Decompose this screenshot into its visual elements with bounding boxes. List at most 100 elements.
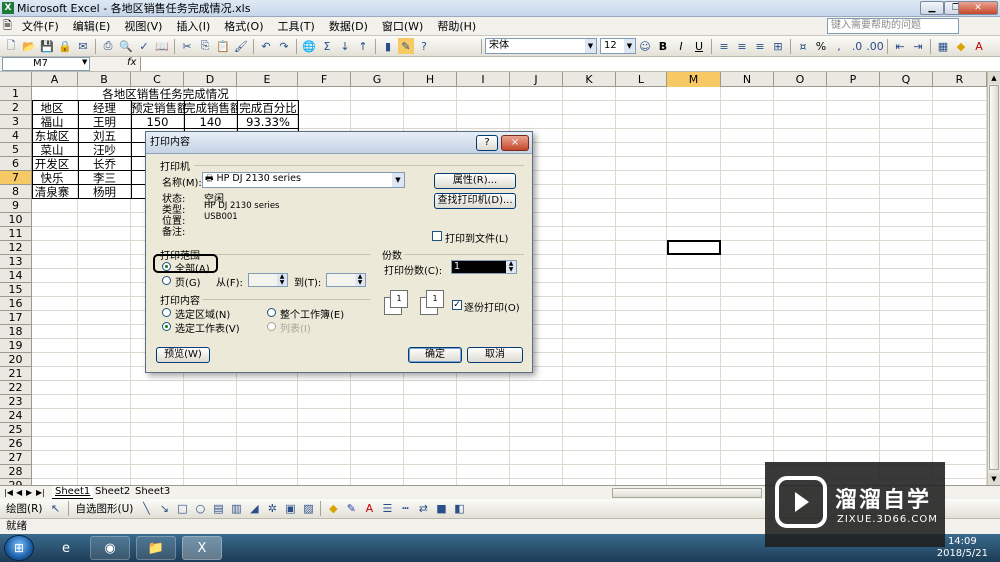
decrease-decimal-icon[interactable]: .00: [866, 38, 884, 54]
menu-help[interactable]: 帮助(H): [430, 18, 483, 34]
currency-icon[interactable]: ¤: [795, 38, 811, 54]
font-color-icon[interactable]: A: [361, 501, 377, 517]
font-name-select[interactable]: 宋体 ▼: [485, 38, 597, 54]
dialog-help-button[interactable]: ?: [476, 135, 498, 151]
row-header-23[interactable]: 23: [0, 395, 32, 409]
clipart-icon[interactable]: ▣: [282, 501, 298, 517]
row-header-11[interactable]: 11: [0, 227, 32, 241]
from-spinner[interactable]: ▲ ▼: [277, 274, 287, 286]
hyperlink-icon[interactable]: 🌐: [301, 38, 317, 54]
column-header-b[interactable]: B: [78, 72, 131, 87]
column-header-n[interactable]: N: [721, 72, 774, 87]
column-header-e[interactable]: E: [237, 72, 298, 87]
prev-sheet-icon[interactable]: ◀: [16, 488, 22, 497]
row-header-27[interactable]: 27: [0, 451, 32, 465]
list-radio[interactable]: [267, 322, 276, 331]
menu-insert[interactable]: 插入(I): [169, 18, 217, 34]
row-header-2[interactable]: 2: [0, 101, 32, 115]
row-header-3[interactable]: 3: [0, 115, 32, 129]
column-header-k[interactable]: K: [563, 72, 616, 87]
vertical-textbox-icon[interactable]: ▥: [228, 501, 244, 517]
row-header-16[interactable]: 16: [0, 297, 32, 311]
menu-edit[interactable]: 编辑(E): [66, 18, 118, 34]
increase-indent-icon[interactable]: ⇥: [910, 38, 926, 54]
column-header-p[interactable]: P: [827, 72, 880, 87]
paste-icon[interactable]: 📋: [215, 38, 231, 54]
last-sheet-icon[interactable]: ▶|: [36, 488, 45, 497]
column-header-m[interactable]: M: [667, 72, 721, 87]
sort-descending-icon[interactable]: ↑: [355, 38, 371, 54]
open-icon[interactable]: 📂: [21, 38, 37, 54]
rectangle-icon[interactable]: □: [174, 501, 190, 517]
copies-spinner[interactable]: ▲ ▼: [506, 261, 516, 273]
scroll-down-arrow[interactable]: ▼: [988, 473, 1000, 485]
chevron-down-icon[interactable]: ▼: [585, 39, 596, 53]
wordart-icon[interactable]: ◢: [246, 501, 262, 517]
data-cell[interactable]: 菜山: [33, 143, 71, 157]
oval-icon[interactable]: ○: [192, 501, 208, 517]
print-to-file-label[interactable]: 打印到文件(L): [445, 230, 508, 245]
excel-icon[interactable]: X: [2, 2, 14, 14]
save-icon[interactable]: 💾: [39, 38, 55, 54]
column-header-d[interactable]: D: [184, 72, 237, 87]
help-search-input[interactable]: 键入需要帮助的问题: [827, 18, 959, 34]
row-header-12[interactable]: 12: [0, 241, 32, 255]
ie-icon[interactable]: e: [46, 536, 86, 560]
cancel-button[interactable]: 取消: [467, 347, 523, 363]
header-cell[interactable]: 完成百分比: [237, 101, 299, 115]
line-style-icon[interactable]: ☰: [379, 501, 395, 517]
data-cell[interactable]: 东城区: [33, 129, 71, 143]
ok-button[interactable]: 确定: [408, 347, 462, 363]
underline-button[interactable]: U: [691, 38, 707, 54]
name-box[interactable]: M7: [2, 57, 90, 71]
column-header-r[interactable]: R: [933, 72, 987, 87]
permission-icon[interactable]: 🔒: [57, 38, 73, 54]
explorer-icon[interactable]: 📁: [136, 536, 176, 560]
header-cell[interactable]: 完成销售额: [184, 101, 237, 115]
data-cell[interactable]: 杨明: [78, 185, 131, 199]
horizontal-scroll-thumb[interactable]: [612, 488, 762, 498]
menu-tools[interactable]: 工具(T): [271, 18, 322, 34]
header-cell[interactable]: 预定销售额: [131, 101, 184, 115]
row-header-10[interactable]: 10: [0, 213, 32, 227]
data-cell[interactable]: 140: [184, 115, 237, 129]
tab-sheet1[interactable]: Sheet1: [52, 486, 94, 499]
font-color-icon[interactable]: A: [971, 38, 987, 54]
undo-icon[interactable]: ↶: [258, 38, 274, 54]
fx-icon[interactable]: fx: [127, 57, 136, 68]
copy-icon[interactable]: ⎘: [197, 38, 213, 54]
arrow-icon[interactable]: ↘: [156, 501, 172, 517]
column-header-g[interactable]: G: [351, 72, 404, 87]
formula-input[interactable]: [140, 57, 1000, 71]
next-sheet-icon[interactable]: ▶: [26, 488, 32, 497]
diagram-icon[interactable]: ✲: [264, 501, 280, 517]
dialog-close-button[interactable]: ×: [501, 135, 529, 151]
print-icon[interactable]: ⎙: [100, 38, 116, 54]
column-header-j[interactable]: J: [510, 72, 563, 87]
arrow-style-icon[interactable]: ⇄: [415, 501, 431, 517]
collate-label[interactable]: 逐份打印(O): [464, 299, 520, 314]
chevron-down-icon[interactable]: ▼: [624, 39, 635, 53]
row-header-6[interactable]: 6: [0, 157, 32, 171]
row-header-8[interactable]: 8: [0, 185, 32, 199]
data-cell[interactable]: 王明: [78, 115, 131, 129]
chart-wizard-icon[interactable]: ▮: [380, 38, 396, 54]
data-cell[interactable]: 快乐: [33, 171, 71, 185]
row-header-1[interactable]: 1: [0, 87, 32, 101]
row-header-4[interactable]: 4: [0, 129, 32, 143]
scroll-up-arrow[interactable]: ▲: [988, 72, 1000, 84]
column-header-i[interactable]: I: [457, 72, 510, 87]
data-cell[interactable]: 刘五: [78, 129, 131, 143]
sheet-title-cell[interactable]: 各地区销售任务完成情况: [33, 87, 298, 101]
minimize-button[interactable]: ▁: [920, 1, 944, 15]
active-cell[interactable]: [667, 240, 721, 255]
help-icon[interactable]: ?: [416, 38, 432, 54]
row-header-15[interactable]: 15: [0, 283, 32, 297]
row-header-25[interactable]: 25: [0, 423, 32, 437]
column-header-h[interactable]: H: [404, 72, 457, 87]
fill-color-icon[interactable]: ◆: [953, 38, 969, 54]
borders-icon[interactable]: ▦: [935, 38, 951, 54]
preview-button[interactable]: 预览(W): [156, 347, 210, 363]
browser-icon[interactable]: ◉: [90, 536, 130, 560]
row-header-26[interactable]: 26: [0, 437, 32, 451]
